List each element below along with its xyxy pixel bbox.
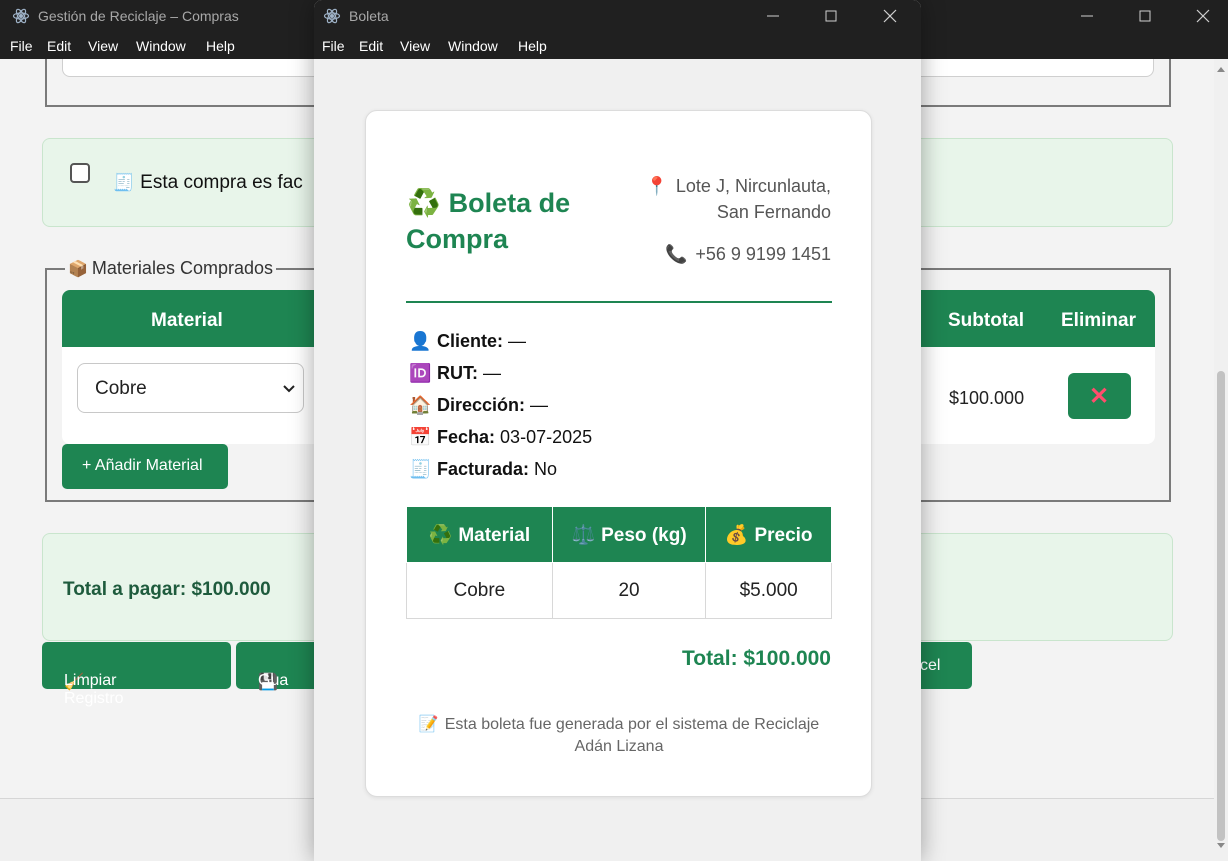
boleta-menubar: File Edit View Window Help [314,33,921,59]
factura-label: 🧾 Esta compra es fac [113,172,303,193]
money-bag-icon: 💰 [724,524,749,546]
scale-icon: ⚖️ [571,524,596,546]
recycle-icon: ♻️ [428,524,453,546]
menu-window[interactable]: Window [136,38,186,54]
minimize-icon[interactable] [763,6,783,26]
chevron-down-icon [283,385,295,393]
info-rut: 🆔 RUT: — [409,363,502,383]
phone-icon: 📞 [664,244,688,264]
save-button[interactable]: 💾 Gua [236,642,326,691]
materials-legend: 📦 Materiales Comprados [65,258,276,279]
cell-peso: 20 [551,562,707,619]
material-select[interactable]: Cobre [77,363,304,413]
scroll-down-icon[interactable] [1217,843,1225,848]
store-address: 📍 Lote J, Nircunlauta, San Fernando [645,176,831,222]
house-icon: 🏠 [409,395,432,415]
store-phone: 📞 +56 9 9199 1451 [664,244,831,264]
menu-view[interactable]: View [88,38,118,54]
boleta-table-header: ♻️ Material ⚖️ Peso (kg) 💰 Precio [406,506,832,563]
factura-checkbox[interactable] [70,163,90,183]
receipt-icon: 🧾 [409,459,432,479]
info-cliente: 👤 Cliente: — [409,331,527,351]
recycle-icon: ♻️ [407,188,441,218]
close-icon[interactable] [880,6,900,26]
boleta-title-line2: Compra [406,224,509,254]
row-subtotal: $100.000 [949,388,1025,408]
material-select-value: Cobre [95,378,147,399]
add-material-button[interactable]: + Añadir Material [62,444,228,489]
menu-window[interactable]: Window [448,38,498,54]
boleta-card: ♻️ Boleta de Compra 📍 Lote J, Nircunlauta,… [365,110,872,797]
calendar-icon: 📅 [409,427,432,447]
scroll-thumb[interactable] [1217,371,1225,841]
boleta-window-title: Boleta [349,8,389,24]
menu-edit[interactable]: Edit [47,38,71,54]
person-icon: 👤 [409,331,432,351]
menu-help[interactable]: Help [518,38,547,54]
maximize-icon[interactable] [1135,6,1155,26]
header-peso: ⚖️ Peso (kg) [551,506,707,563]
clear-record-button[interactable]: 🧹 Limpiar Registro [42,642,231,707]
header-subtotal: Subtotal [948,310,1024,331]
header-precio: 💰 Precio [705,506,832,563]
close-icon: ✕ [1089,383,1110,410]
package-icon: 📦 [68,261,88,278]
cell-material: Cobre [406,562,553,619]
menu-file[interactable]: File [10,38,33,54]
delete-row-button[interactable]: ✕ [1068,373,1131,419]
menu-edit[interactable]: Edit [359,38,383,54]
id-icon: 🆔 [409,363,432,383]
total-to-pay: Total a pagar: $100.000 [63,579,271,600]
info-direccion: 🏠 Dirección: — [409,395,549,415]
table-row: Cobre 20 $5.000 [406,562,832,619]
boleta-title: ♻️ Boleta de [407,188,571,218]
menu-help[interactable]: Help [206,38,235,54]
scroll-up-icon[interactable] [1217,67,1225,72]
vertical-scrollbar[interactable] [1214,59,1228,861]
boleta-footer: 📝 Esta boleta fue generada por el sistema… [418,716,820,755]
boleta-total: Total: $100.000 [681,647,831,670]
header-eliminar: Eliminar [1061,310,1136,331]
info-fecha: 📅 Fecha: 03-07-2025 [409,427,593,447]
minimize-icon[interactable] [1077,6,1097,26]
receipt-icon: 🧾 [113,173,135,192]
main-window-title: Gestión de Reciclaje – Compras [38,8,239,24]
electron-app-icon [323,8,341,24]
cell-precio: $5.000 [705,562,832,619]
electron-app-icon [12,8,30,24]
header-material: ♻️ Material [406,506,553,563]
boleta-window: Boleta File Edit View Window Help ♻️ Bole… [314,0,921,861]
maximize-icon[interactable] [821,6,841,26]
pin-icon: 📍 [645,176,668,196]
menu-file[interactable]: File [322,38,345,54]
menu-view[interactable]: View [400,38,430,54]
info-facturada: 🧾 Facturada: No [409,459,558,479]
boleta-table: ♻️ Material ⚖️ Peso (kg) 💰 Precio Cobre 20 … [406,506,832,619]
close-icon[interactable] [1193,6,1213,26]
header-material: Material [151,310,223,331]
header-divider [406,301,832,303]
memo-icon: 📝 [418,716,439,733]
boleta-titlebar: Boleta [314,0,921,33]
